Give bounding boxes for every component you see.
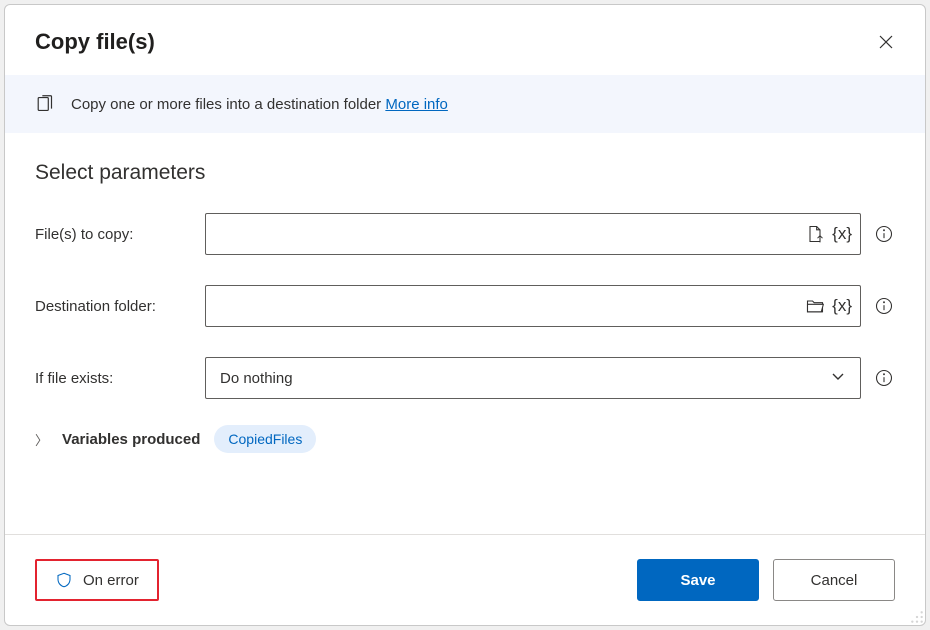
on-error-label: On error	[83, 572, 139, 589]
dialog-title: Copy file(s)	[35, 29, 155, 55]
close-button[interactable]	[877, 33, 895, 51]
file-picker-icon	[805, 224, 825, 244]
save-button[interactable]: Save	[637, 559, 759, 601]
info-icon	[874, 296, 894, 316]
if-file-exists-row: If file exists: Do nothing	[35, 357, 895, 399]
files-to-copy-input[interactable]: {x}	[205, 213, 861, 255]
destination-folder-input[interactable]: {x}	[205, 285, 861, 327]
if-file-exists-select[interactable]: Do nothing	[205, 357, 861, 399]
files-to-copy-row: File(s) to copy: {x}	[35, 213, 895, 255]
cancel-button[interactable]: Cancel	[773, 559, 895, 601]
dialog-header: Copy file(s)	[5, 5, 925, 75]
info-bar: Copy one or more files into a destinatio…	[5, 75, 925, 133]
files-to-copy-label: File(s) to copy:	[35, 226, 193, 243]
chevron-down-icon	[830, 368, 846, 389]
footer-actions: Save Cancel	[637, 559, 895, 601]
variables-produced-row: 〉 Variables produced CopiedFiles	[35, 425, 895, 453]
if-file-exists-info[interactable]	[873, 367, 895, 389]
select-file-button[interactable]	[804, 223, 826, 245]
insert-variable-button[interactable]: {x}	[832, 224, 852, 244]
resize-grip-icon[interactable]	[910, 610, 924, 624]
insert-variable-button[interactable]: {x}	[832, 296, 852, 316]
variable-chip-copiedfiles[interactable]: CopiedFiles	[214, 425, 316, 453]
copy-files-dialog: Copy file(s) Copy one or more files into…	[4, 4, 926, 626]
info-text: Copy one or more files into a destinatio…	[71, 96, 448, 113]
info-icon	[874, 224, 894, 244]
close-icon	[878, 34, 894, 50]
variables-produced-label[interactable]: Variables produced	[62, 431, 200, 448]
dialog-body: Select parameters File(s) to copy: {x} D…	[5, 133, 925, 534]
dialog-footer: On error Save Cancel	[5, 534, 925, 625]
shield-icon	[55, 571, 73, 589]
destination-folder-label: Destination folder:	[35, 298, 193, 315]
if-file-exists-value: Do nothing	[220, 370, 293, 387]
copy-file-icon	[35, 93, 57, 115]
destination-folder-info[interactable]	[873, 295, 895, 317]
info-icon	[874, 368, 894, 388]
destination-folder-row: Destination folder: {x}	[35, 285, 895, 327]
folder-picker-icon	[805, 296, 825, 316]
if-file-exists-label: If file exists:	[35, 370, 193, 387]
select-folder-button[interactable]	[804, 295, 826, 317]
on-error-button[interactable]: On error	[35, 559, 159, 601]
section-title: Select parameters	[35, 161, 895, 185]
more-info-link[interactable]: More info	[385, 96, 448, 113]
variables-expand-toggle[interactable]: 〉	[35, 430, 48, 449]
files-to-copy-info[interactable]	[873, 223, 895, 245]
